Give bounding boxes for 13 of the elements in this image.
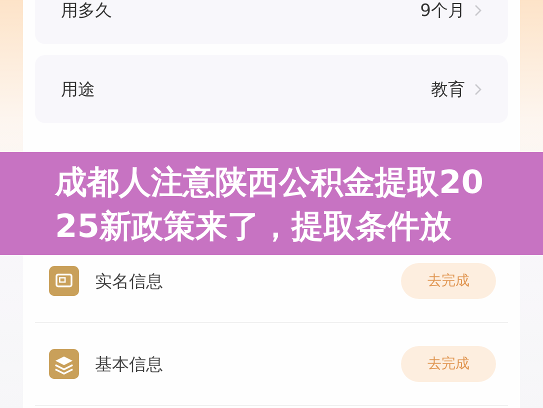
layers-icon xyxy=(49,349,79,379)
banner-title: 成都人注意陕西公积金提取2025新政策来了，提取条件放 xyxy=(55,162,485,246)
field-label: 用多久 xyxy=(61,0,112,22)
field-row[interactable]: 用途 教育 xyxy=(35,55,508,123)
field-label: 用途 xyxy=(61,78,95,100)
field-value: 9个月 xyxy=(420,0,465,22)
id-card-icon xyxy=(49,266,79,296)
field-value: 教育 xyxy=(431,78,465,100)
chevron-icon xyxy=(474,4,482,16)
field-row[interactable]: 用多久 9个月 xyxy=(35,0,508,44)
task-label: 基本信息 xyxy=(95,354,164,376)
chevron-icon xyxy=(474,82,482,96)
task-label: 实名信息 xyxy=(95,270,164,292)
